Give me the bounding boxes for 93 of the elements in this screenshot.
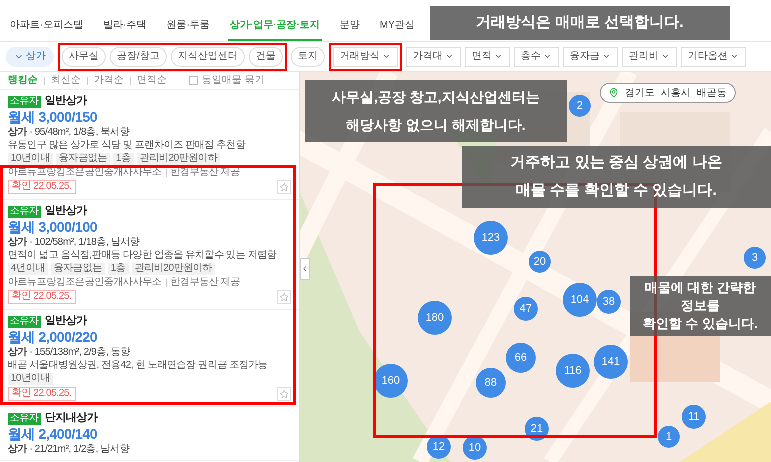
chevron-icon [444,52,454,61]
filter-chip[interactable]: 공장/창고 [110,46,167,66]
confirmed-date-badge: 확인 22.05.25. [8,387,76,401]
listing-title[interactable]: 일반상가 [44,315,88,328]
breadcrumb-item[interactable]: 배곧동 [697,86,727,100]
listing-cluster-marker[interactable]: 1 [658,426,680,448]
confirmed-date-badge: 확인 22.05.25. [8,290,76,304]
breadcrumb-item[interactable]: 시흥시 [661,86,691,100]
chevron-icon [730,52,739,61]
listing-cluster-marker[interactable]: 141 [594,345,628,379]
listing-description: 배곧 서울대병원상권, 전용42, 현 노래연습장 권리금 조정가능 [8,360,269,371]
nav-tab[interactable]: 분양 [338,18,362,41]
listing-price[interactable]: 월세 2,400/140 [8,427,291,442]
chevron-icon [382,52,391,61]
chevron-icon [660,52,670,61]
listing-price[interactable]: 월세 2,000/220 [8,330,291,345]
listing-tag: 융자금없는 [56,153,110,165]
listing-spec: 상가 · 102/58m², 1/18층, 남서향 [8,237,141,248]
listing-cluster-marker[interactable]: 180 [418,301,452,335]
category-dropdown[interactable]: 상가 [6,46,54,66]
tutorial-tooltip: 사무실,공장 창고,지식산업센터는 해당사항 없으니 해제합니다. [305,80,567,142]
tutorial-tooltip: 거주하고 있는 중심 상권에 나온 매물 수를 확인할 수 있습니다. [462,146,771,208]
listing-cluster-marker[interactable]: 116 [556,354,590,388]
listing-cluster-marker[interactable]: 66 [506,343,536,373]
listing-description: 유동인구 많은 상가로 식당 및 프랜차이즈 판매점 추천함 [8,140,247,151]
listing-tag: 관리비20만원이하 [132,263,216,275]
listing-cluster-marker[interactable]: 11 [682,405,706,429]
favorite-button[interactable] [277,290,291,304]
nav-tab[interactable]: 빌라·주택 [101,18,149,41]
listing-title[interactable]: 단지내상가 [44,412,98,425]
filter-chip[interactable]: 지식산업센터 [170,46,245,66]
sort-option[interactable]: 가격순 [94,73,124,88]
listing-cluster-marker[interactable]: 123 [474,221,508,255]
listing-title[interactable]: 일반상가 [44,95,88,108]
tutorial-tooltip: 거래방식은 매매로 선택합니다. [430,6,730,40]
filter-dropdown[interactable]: 면적 [464,46,510,66]
filter-chip[interactable]: 사무실 [62,46,106,66]
favorite-button[interactable] [277,180,291,194]
listing-spec: 상가 · 155/138m², 2/9층, 동향 [8,347,132,358]
sort-option[interactable]: 랭킹순 [8,73,38,88]
listing-cluster-marker[interactable]: 88 [476,368,506,398]
confirmed-date-badge: 확인 22.05.25. [8,180,76,194]
filter-dropdown[interactable]: 융자금 [562,46,618,66]
filter-dropdown[interactable]: 가격대 [406,46,461,66]
listing-title[interactable]: 일반상가 [44,205,88,218]
nav-tab[interactable]: 아파트·오피스텔 [8,18,86,41]
listing-spec: 상가 · 21/21m², 1/2층, 남서향 [8,444,131,455]
chevron-left-icon [301,265,309,273]
favorite-button[interactable] [277,387,291,401]
listing-cluster-marker[interactable]: 10 [463,436,487,460]
sort-option[interactable]: 면적순 [137,73,167,88]
filter-dropdown[interactable]: 기타옵션 [680,46,746,66]
listing-cluster-marker[interactable]: 104 [563,283,597,317]
listing-tag: 관리비20만원이하 [136,153,220,165]
listing-price[interactable]: 월세 3,000/100 [8,220,291,235]
agent-name: 아르뉴프랑킹조은공인중개사사무소 [8,277,162,288]
listing-tag: 10년이내 [8,373,54,385]
agent-name: 아르뉴프랑킹조은공인중개사사무소 [8,167,162,178]
nav-tab[interactable]: 원룸·투룸 [164,18,212,41]
listing-spec: 상가 · 95/48m², 1/8층, 북서향 [8,127,131,138]
listing-tag: 1층 [108,263,129,275]
filter-chip[interactable]: 건물 [248,46,283,66]
listing-description: 면적이 넓고 음식점,판매등 다양한 업종을 유치할수 있는 저렴함 [8,250,278,261]
breadcrumb-item[interactable]: 경기도 [625,86,655,100]
filter-dropdown[interactable]: 층수 [514,46,559,66]
group-checkbox[interactable]: 동일매물 묶기 [189,73,265,88]
listing-tag: 1층 [113,153,134,165]
data-source: 한경부동산 제공 [170,277,240,288]
filter-dropdown[interactable]: 거래방식 [332,46,398,66]
listing-cluster-marker[interactable]: 3 [744,247,766,269]
collapse-panel-tab[interactable] [300,258,310,280]
chevron-icon [542,52,552,61]
owner-badge: 소유자 [8,412,41,424]
nav-tab[interactable]: 상가·업무·공장·토지 [228,18,322,41]
location-pin-icon [609,88,619,98]
listing-tag: 융자금없는 [50,263,105,275]
filter-dropdown[interactable]: 관리비 [622,46,677,66]
checkbox[interactable] [189,76,198,85]
listing-price[interactable]: 월세 3,000/150 [8,110,291,125]
owner-badge: 소유자 [8,206,41,218]
tutorial-tooltip: 매물에 대한 간략한 정보를 확인할 수 있습니다. [630,276,771,336]
owner-badge: 소유자 [8,316,41,328]
listing-tag: 10년이내 [8,153,54,165]
chevron-icon [602,52,611,61]
listing-cluster-marker[interactable]: 38 [597,290,621,314]
filter-chip[interactable]: 토지 [290,46,325,66]
nav-tab[interactable]: MY관심 [378,18,418,41]
data-source: 한경부동산 제공 [170,167,240,178]
sort-option[interactable]: 최신순 [51,73,81,88]
listing-tag: 4년이내 [8,263,48,275]
listing-cluster-marker[interactable]: 47 [514,297,538,321]
owner-badge: 소유자 [8,96,41,108]
chevron-icon [494,52,503,61]
